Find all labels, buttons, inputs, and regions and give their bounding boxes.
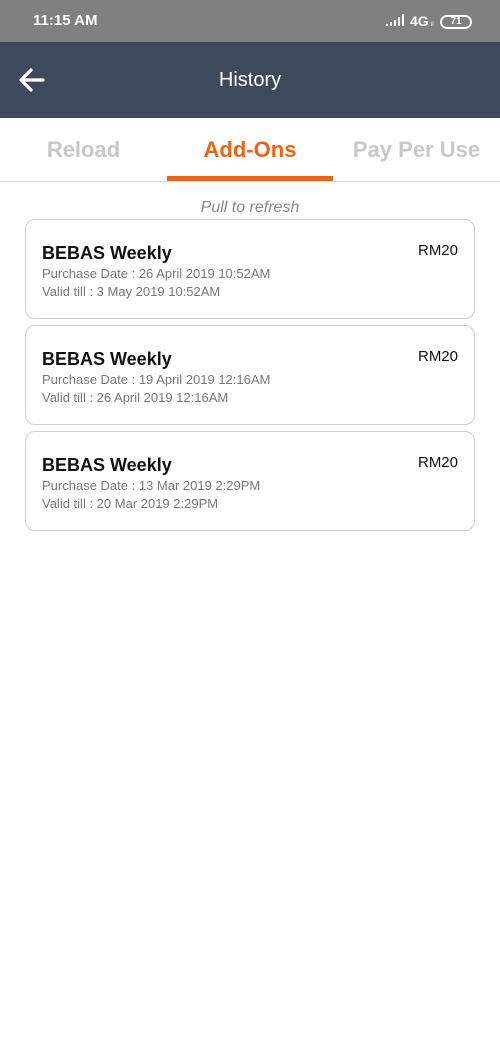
tab-pay-per-use[interactable]: Pay Per Use [333,118,500,181]
purchase-date: Purchase Date : 13 Mar 2019 2:29PM [42,478,261,493]
valid-till: Valid till : 20 Mar 2019 2:29PM [42,496,219,511]
status-time: 11:15 AM [33,12,98,29]
status-bar: 11:15 AM 4G ll 71 [0,0,500,42]
network-activity: ll [431,22,434,28]
plan-name: BEBAS Weekly [42,455,172,475]
app-bar: History [0,42,500,118]
network-type: 4G [410,13,429,29]
plan-price: RM20 [417,348,458,365]
purchase-date: Purchase Date : 19 April 2019 12:16AM [42,372,271,387]
history-card[interactable]: BEBAS Weekly RM20 Purchase Date : 13 Mar… [25,431,475,531]
plan-name: BEBAS Weekly [42,349,172,369]
signal-icon [386,14,404,26]
tab-bar: Reload Add-Ons Pay Per Use [0,118,500,182]
page-title: History [218,69,282,91]
history-card[interactable]: BEBAS Weekly RM20 Purchase Date : 19 Apr… [25,325,475,425]
plan-name: BEBAS Weekly [42,243,172,263]
tab-indicator [167,176,333,181]
valid-till: Valid till : 3 May 2019 10:52AM [42,284,221,299]
pull-to-refresh-hint: Pull to refresh [200,199,300,216]
tab-reload[interactable]: Reload [0,118,167,181]
history-list: BEBAS Weekly RM20 Purchase Date : 26 Apr… [25,219,475,537]
valid-till: Valid till : 26 April 2019 12:16AM [42,390,229,405]
tab-add-ons[interactable]: Add-Ons [167,118,333,181]
battery-icon: 71 [440,15,472,29]
purchase-date: Purchase Date : 26 April 2019 10:52AM [42,266,271,281]
history-card[interactable]: BEBAS Weekly RM20 Purchase Date : 26 Apr… [25,219,475,319]
plan-price: RM20 [417,454,458,471]
plan-price: RM20 [417,242,458,259]
